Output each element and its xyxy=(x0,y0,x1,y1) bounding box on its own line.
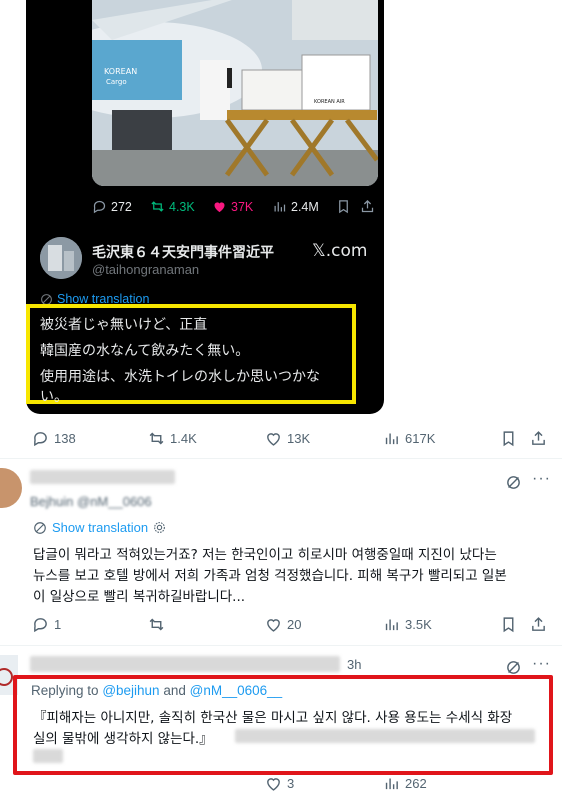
embedded-text-line-4: い。 xyxy=(40,389,68,405)
reply1-reply-button[interactable]: 1 xyxy=(32,616,61,633)
embedded-views-stat[interactable]: 2.4M xyxy=(272,199,319,214)
views-icon xyxy=(274,202,286,212)
embedded-bookmark[interactable] xyxy=(336,199,351,214)
reply1-views-button[interactable]: 3.5K xyxy=(383,616,432,633)
reply1-handle: @nM__0606 xyxy=(77,494,152,509)
reply-icon xyxy=(93,200,106,214)
reply2-views-button[interactable]: 262 xyxy=(383,775,427,792)
reply2-like-count: 3 xyxy=(287,776,295,791)
reply1-reply-count: 1 xyxy=(54,617,62,632)
reply2-like-button[interactable]: 3 xyxy=(265,775,294,792)
main-reply-count: 138 xyxy=(54,431,76,446)
reply1-show-translation-label: Show translation xyxy=(52,520,149,535)
share-icon xyxy=(361,199,374,213)
reply2-text-redacted xyxy=(33,749,63,763)
views-icon xyxy=(385,619,398,631)
reply1-bookmark-button[interactable] xyxy=(500,616,517,633)
embedded-reply-count: 272 xyxy=(111,199,132,214)
reply1-views-count: 3.5K xyxy=(405,617,432,632)
embedded-author-name[interactable]: 毛沢東６４天安門事件習近平 xyxy=(92,242,274,262)
main-reply-button[interactable]: 138 xyxy=(32,430,76,447)
embedded-share[interactable] xyxy=(360,199,375,214)
reply1-text-line-2: 뉴스를 보고 호텔 방에서 저희 가족과 엄청 걱정했습니다. 피해 복구가 빨… xyxy=(33,568,507,584)
reply1-name-redacted xyxy=(30,470,175,484)
repost-icon xyxy=(149,432,164,445)
reply1-show-translation[interactable]: Show translation xyxy=(33,520,166,535)
photo-sign-korean-air: KOREAN AIR xyxy=(314,99,345,105)
main-share-button[interactable] xyxy=(530,430,547,447)
reply2-timestamp[interactable]: 3h xyxy=(347,657,361,672)
share-icon xyxy=(532,431,545,445)
main-repost-count: 1.4K xyxy=(170,431,197,446)
embedded-text-line-2: 韓国産の水なんて飲みたく無い。 xyxy=(40,343,250,359)
bookmark-icon xyxy=(503,431,514,447)
reply1-repost-button[interactable] xyxy=(148,616,165,633)
embedded-reply-stat[interactable]: 272 xyxy=(92,199,132,214)
photo-sign-cargo: Cargo xyxy=(106,78,127,86)
replying-to-label: Replying to xyxy=(31,683,99,698)
reply-icon xyxy=(34,432,47,447)
translate-icon xyxy=(34,521,46,534)
reply1-text-line-1: 답글이 뭐라고 적혀있는거죠? 저는 한국인이고 히로시마 여행중일때 지진이 … xyxy=(33,547,497,563)
main-like-button[interactable]: 13K xyxy=(265,430,310,447)
bookmark-icon xyxy=(339,200,348,214)
share-icon xyxy=(532,617,545,631)
main-views-button[interactable]: 617K xyxy=(383,430,435,447)
embedded-author-handle[interactable]: @taihongranaman xyxy=(92,262,199,277)
heart-icon xyxy=(267,433,280,446)
views-icon xyxy=(385,778,398,790)
embedded-like-stat[interactable]: 37K xyxy=(212,199,253,214)
embedded-repost-count: 4.3K xyxy=(169,199,195,214)
reply1-avatar[interactable] xyxy=(0,468,22,508)
repost-icon xyxy=(151,201,164,212)
heart-icon xyxy=(267,619,280,632)
reply2-text-line-2: 실의 물밖에 생각하지 않는다.』 xyxy=(33,731,213,747)
embedded-views-count: 2.4M xyxy=(291,199,319,214)
bookmark-icon xyxy=(503,617,514,633)
reply-icon xyxy=(34,618,47,633)
embedded-like-count: 37K xyxy=(231,199,254,214)
reply1-name-handle[interactable]: Bejhuin @nM__0606 xyxy=(30,494,152,509)
reply2-name-redacted xyxy=(30,656,340,672)
more-options-icon[interactable]: ··· xyxy=(532,655,551,673)
reply2-text-redacted xyxy=(235,729,535,743)
tweet-photo[interactable]: KOREAN Cargo KOREAN AIR xyxy=(92,0,378,186)
reply2-text-line-1: 『피해자는 아니지만, 솔직히 한국산 물은 마시고 싶지 않다. 사용 용도는… xyxy=(33,710,513,726)
repost-icon xyxy=(149,618,164,631)
grok-icon[interactable] xyxy=(505,474,522,496)
x-com-watermark: 𝕏.com xyxy=(312,241,368,261)
replying-to-user-1[interactable]: @bejihun xyxy=(102,683,159,698)
reply2-replying-to: Replying to @bejihun and @nM__0606__ xyxy=(31,683,282,698)
heart-filled-icon xyxy=(214,202,225,213)
reply1-like-button[interactable]: 20 xyxy=(265,616,301,633)
divider xyxy=(0,645,562,646)
main-bookmark-button[interactable] xyxy=(500,430,517,447)
embedded-text-line-3: 使用用途は、水洗トイレの水しか思いつかな xyxy=(40,369,320,385)
embedded-author-avatar[interactable] xyxy=(40,237,82,279)
main-repost-button[interactable]: 1.4K xyxy=(148,430,197,447)
replying-to-and: and xyxy=(163,683,186,698)
more-options-icon[interactable]: ··· xyxy=(532,470,551,488)
main-like-count: 13K xyxy=(287,431,311,446)
embedded-repost-stat[interactable]: 4.3K xyxy=(150,199,195,214)
cargo-plane-image: KOREAN Cargo KOREAN AIR xyxy=(92,0,378,186)
embedded-text-line-1: 被災者じゃ無いけど、正直 xyxy=(40,317,208,333)
reply2-views-count: 262 xyxy=(405,776,427,791)
reply1-like-count: 20 xyxy=(287,617,302,632)
gear-icon xyxy=(154,522,166,533)
heart-icon xyxy=(267,778,280,791)
photo-sign-korean: KOREAN xyxy=(104,67,137,76)
divider xyxy=(0,458,562,459)
reply1-text-line-3: 이 일상으로 빨리 복귀하길바랍니다... xyxy=(33,589,246,605)
reply1-share-button[interactable] xyxy=(530,616,547,633)
main-views-count: 617K xyxy=(405,431,436,446)
replying-to-user-2[interactable]: @nM__0606__ xyxy=(190,683,283,698)
reply1-name: Bejhuin xyxy=(30,494,74,509)
views-icon xyxy=(385,433,398,445)
